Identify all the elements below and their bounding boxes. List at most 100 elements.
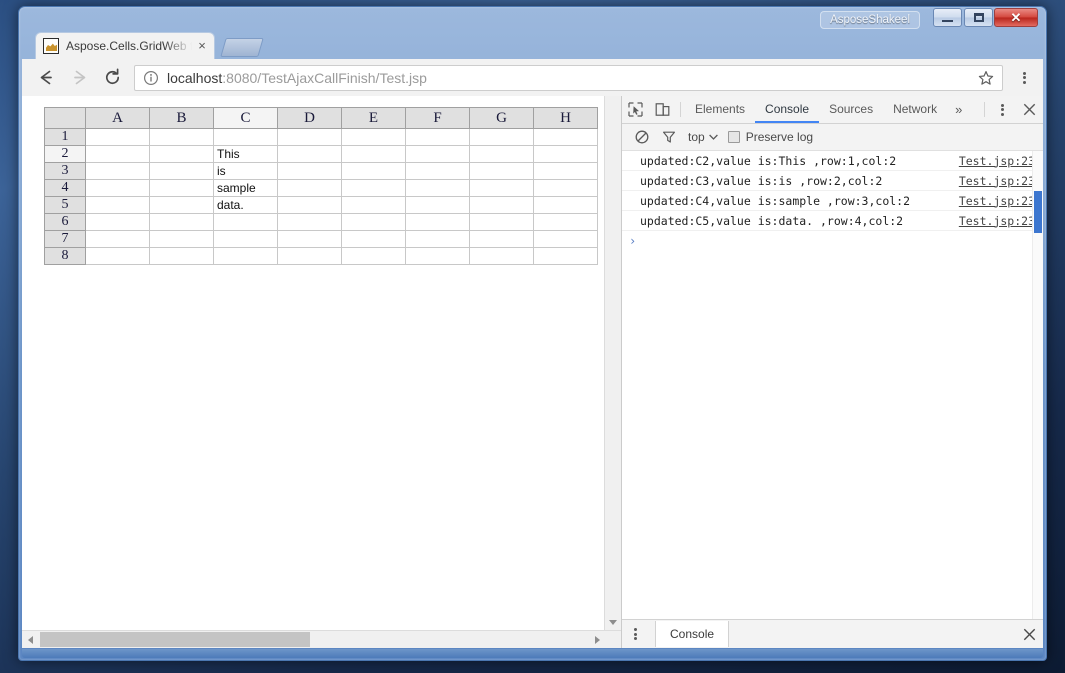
grid-cell-f6[interactable] — [405, 213, 470, 231]
forward-button[interactable] — [65, 64, 93, 92]
browser-tab[interactable]: Aspose.Cells.GridWeb for × — [35, 32, 215, 59]
grid-row-header-1[interactable]: 1 — [44, 128, 86, 146]
page-scroll-right-button[interactable] — [589, 631, 605, 648]
grid-row-header-7[interactable]: 7 — [44, 230, 86, 248]
grid-row-header-4[interactable]: 4 — [44, 179, 86, 197]
grid-cell-h6[interactable] — [533, 213, 598, 231]
grid-cell-c1[interactable] — [213, 128, 278, 146]
reload-button[interactable] — [98, 64, 126, 92]
address-bar[interactable]: localhost:8080/TestAjaxCallFinish/Test.j… — [134, 64, 1003, 91]
grid-cell-a4[interactable] — [85, 179, 150, 197]
grid-cell-b6[interactable] — [149, 213, 214, 231]
grid-cell-e8[interactable] — [341, 247, 406, 265]
filter-button[interactable] — [655, 130, 682, 144]
grid-cell-d7[interactable] — [277, 230, 342, 248]
grid-cell-h4[interactable] — [533, 179, 598, 197]
grid-cell-d2[interactable] — [277, 145, 342, 163]
grid-cell-b1[interactable] — [149, 128, 214, 146]
console-message-row[interactable]: updated:C5,value is:data. ,row:4,col:2 T… — [622, 211, 1043, 231]
grid-cell-g3[interactable] — [469, 162, 534, 180]
clear-console-button[interactable] — [628, 130, 655, 144]
grid-cell-a7[interactable] — [85, 230, 150, 248]
drawer-close-button[interactable] — [1015, 628, 1043, 641]
grid-cell-a6[interactable] — [85, 213, 150, 231]
grid-col-header-c[interactable]: C — [213, 107, 278, 129]
more-tabs-button[interactable]: » — [947, 96, 970, 123]
grid-cell-d1[interactable] — [277, 128, 342, 146]
grid-cell-b8[interactable] — [149, 247, 214, 265]
grid-row-header-8[interactable]: 8 — [44, 247, 86, 265]
grid-cell-b4[interactable] — [149, 179, 214, 197]
preserve-log-checkbox[interactable] — [727, 131, 740, 143]
console-message-row[interactable]: updated:C3,value is:is ,row:2,col:2 Test… — [622, 171, 1043, 191]
grid-col-header-b[interactable]: B — [149, 107, 214, 129]
grid-cell-d5[interactable] — [277, 196, 342, 214]
drawer-menu-button[interactable] — [622, 627, 649, 642]
grid-cell-h8[interactable] — [533, 247, 598, 265]
page-scroll-down-button[interactable] — [605, 614, 621, 631]
tab-sources[interactable]: Sources — [819, 96, 883, 123]
grid-table[interactable]: A B C D E F G H 1 2 This 3 is 4 sample 5… — [44, 107, 598, 265]
grid-col-header-f[interactable]: F — [405, 107, 470, 129]
grid-cell-h2[interactable] — [533, 145, 598, 163]
info-icon[interactable] — [143, 70, 159, 86]
grid-cell-g2[interactable] — [469, 145, 534, 163]
grid-cell-g5[interactable] — [469, 196, 534, 214]
page-horizontal-scroll-thumb[interactable] — [40, 632, 310, 647]
grid-cell-g8[interactable] — [469, 247, 534, 265]
grid-cell-g6[interactable] — [469, 213, 534, 231]
grid-cell-e3[interactable] — [341, 162, 406, 180]
grid-cell-e6[interactable] — [341, 213, 406, 231]
grid-cell-e4[interactable] — [341, 179, 406, 197]
grid-cell-f4[interactable] — [405, 179, 470, 197]
grid-cell-e1[interactable] — [341, 128, 406, 146]
grid-cell-h3[interactable] — [533, 162, 598, 180]
grid-cell-a1[interactable] — [85, 128, 150, 146]
grid-row-header-6[interactable]: 6 — [44, 213, 86, 231]
grid-row-header-2[interactable]: 2 — [44, 145, 86, 163]
grid-cell-d6[interactable] — [277, 213, 342, 231]
grid-cell-c7[interactable] — [213, 230, 278, 248]
grid-cell-d8[interactable] — [277, 247, 342, 265]
grid-cell-g7[interactable] — [469, 230, 534, 248]
grid-cell-c5[interactable]: data. — [213, 196, 278, 214]
grid-cell-a8[interactable] — [85, 247, 150, 265]
console-source-link[interactable]: Test.jsp:23 — [959, 194, 1035, 208]
grid-cell-e5[interactable] — [341, 196, 406, 214]
grid-col-header-h[interactable]: H — [533, 107, 598, 129]
devtools-menu-button[interactable] — [989, 96, 1016, 123]
grid-cell-c2[interactable]: This — [213, 145, 278, 163]
grid-cell-h7[interactable] — [533, 230, 598, 248]
grid-cell-h1[interactable] — [533, 128, 598, 146]
grid-cell-a2[interactable] — [85, 145, 150, 163]
grid-cell-f1[interactable] — [405, 128, 470, 146]
grid-cell-c3[interactable]: is — [213, 162, 278, 180]
console-context-selector[interactable]: top — [688, 130, 705, 144]
inspect-element-button[interactable] — [622, 96, 649, 123]
devtools-close-button[interactable] — [1016, 96, 1043, 123]
console-source-link[interactable]: Test.jsp:23 — [959, 214, 1035, 228]
grid-cell-c8[interactable] — [213, 247, 278, 265]
spreadsheet-grid[interactable]: A B C D E F G H 1 2 This 3 is 4 sample 5… — [44, 107, 598, 265]
new-tab-button[interactable] — [220, 38, 264, 57]
back-button[interactable] — [32, 64, 60, 92]
page-vertical-scrollbar[interactable] — [604, 96, 621, 631]
grid-row-header-3[interactable]: 3 — [44, 162, 86, 180]
toggle-device-toolbar-button[interactable] — [649, 96, 676, 123]
grid-row-header-5[interactable]: 5 — [44, 196, 86, 214]
console-output[interactable]: updated:C2,value is:This ,row:1,col:2 Te… — [622, 151, 1043, 619]
grid-cell-f2[interactable] — [405, 145, 470, 163]
bookmark-star-button[interactable] — [974, 66, 998, 90]
grid-cell-a5[interactable] — [85, 196, 150, 214]
console-scrollbar[interactable] — [1032, 151, 1043, 619]
console-prompt[interactable]: › — [622, 231, 1043, 250]
console-message-row[interactable]: updated:C2,value is:This ,row:1,col:2 Te… — [622, 151, 1043, 171]
tab-console[interactable]: Console — [755, 96, 820, 123]
grid-col-header-g[interactable]: G — [469, 107, 534, 129]
grid-cell-e7[interactable] — [341, 230, 406, 248]
grid-cell-e2[interactable] — [341, 145, 406, 163]
tab-elements[interactable]: Elements — [685, 96, 755, 123]
window-maximize-button[interactable] — [964, 8, 993, 27]
grid-col-header-a[interactable]: A — [85, 107, 150, 129]
grid-cell-c4[interactable]: sample — [213, 179, 278, 197]
